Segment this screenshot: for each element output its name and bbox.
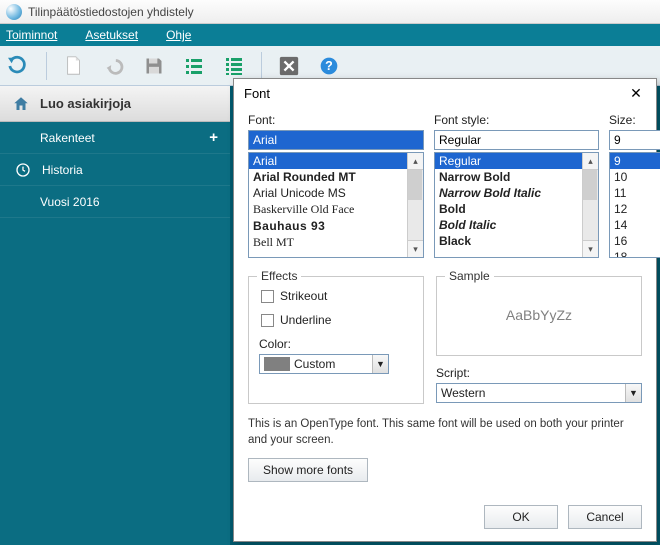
- menu-ohje[interactable]: Ohje: [166, 28, 191, 42]
- list2-icon[interactable]: [221, 53, 247, 79]
- sample-legend: Sample: [445, 269, 494, 283]
- style-option[interactable]: Black: [435, 233, 598, 249]
- font-style-listbox[interactable]: Regular Narrow Bold Narrow Bold Italic B…: [434, 152, 599, 258]
- strikeout-label: Strikeout: [280, 289, 327, 303]
- size-input[interactable]: [609, 130, 660, 150]
- font-dialog: Font ✕ Font: Arial Arial Rounded MT Aria…: [233, 78, 657, 542]
- toolbar-separator: [46, 52, 47, 80]
- size-option[interactable]: 11: [610, 185, 660, 201]
- strikeout-checkbox[interactable]: Strikeout: [261, 289, 413, 303]
- refresh-icon[interactable]: [6, 53, 32, 79]
- size-option[interactable]: 18: [610, 249, 660, 258]
- checkbox-icon: [261, 290, 274, 303]
- dialog-titlebar: Font ✕: [234, 79, 656, 107]
- dialog-title: Font: [244, 86, 270, 101]
- font-style-input[interactable]: [434, 130, 599, 150]
- show-more-fonts-button[interactable]: Show more fonts: [248, 458, 368, 482]
- size-option[interactable]: 16: [610, 233, 660, 249]
- font-label: Font:: [248, 113, 424, 127]
- undo-icon[interactable]: [101, 53, 127, 79]
- effects-legend: Effects: [257, 269, 301, 283]
- scrollbar-thumb[interactable]: [408, 170, 422, 200]
- size-option[interactable]: 12: [610, 201, 660, 217]
- font-info-text: This is an OpenType font. This same font…: [248, 416, 642, 448]
- sidebar: Luo asiakirjoja Rakenteet + Historia Vuo…: [0, 86, 230, 545]
- size-label: Size:: [609, 113, 660, 127]
- script-combobox[interactable]: Western ▼: [436, 383, 642, 403]
- underline-label: Underline: [280, 313, 331, 327]
- help-icon[interactable]: ?: [316, 53, 342, 79]
- font-input[interactable]: [248, 130, 424, 150]
- menu-asetukset[interactable]: Asetukset: [85, 28, 138, 42]
- plus-icon[interactable]: +: [209, 129, 218, 146]
- new-doc-icon[interactable]: [61, 53, 87, 79]
- dialog-close-button[interactable]: ✕: [626, 83, 646, 103]
- sample-group: Sample AaBbYyZz: [436, 276, 642, 356]
- cancel-button[interactable]: Cancel: [568, 505, 642, 529]
- sidebar-item-luo-asiakirjoja[interactable]: Luo asiakirjoja: [0, 86, 230, 122]
- font-option[interactable]: Bauhaus 93: [249, 218, 423, 234]
- style-option[interactable]: Narrow Bold Italic: [435, 185, 598, 201]
- list1-icon[interactable]: [181, 53, 207, 79]
- sidebar-label: Historia: [42, 163, 83, 177]
- clock-icon: [14, 161, 32, 179]
- chevron-down-icon: ▼: [372, 355, 388, 373]
- style-option[interactable]: Bold: [435, 201, 598, 217]
- menu-bar: Toiminnot Asetukset Ohje: [0, 24, 660, 46]
- font-option[interactable]: Arial Unicode MS: [249, 185, 423, 201]
- home-icon: [12, 95, 30, 113]
- menu-toiminnot[interactable]: Toiminnot: [6, 28, 57, 42]
- size-option[interactable]: 9: [610, 153, 660, 169]
- close-icon[interactable]: [276, 53, 302, 79]
- font-listbox[interactable]: Arial Arial Rounded MT Arial Unicode MS …: [248, 152, 424, 258]
- chevron-down-icon: ▼: [625, 384, 641, 402]
- sidebar-label: Luo asiakirjoja: [40, 96, 131, 111]
- underline-checkbox[interactable]: Underline: [261, 313, 413, 327]
- window-titlebar: Tilinpäätöstiedostojen yhdistely: [0, 0, 660, 24]
- font-option[interactable]: Bell MT: [249, 234, 423, 251]
- font-option[interactable]: Arial: [249, 153, 423, 169]
- font-option[interactable]: Baskerville Old Face: [249, 201, 423, 218]
- sidebar-item-rakenteet[interactable]: Rakenteet +: [0, 122, 230, 154]
- scrollbar[interactable]: [582, 153, 598, 257]
- dialog-body: Font: Arial Arial Rounded MT Arial Unico…: [234, 107, 656, 492]
- size-option[interactable]: 10: [610, 169, 660, 185]
- script-value: Western: [437, 386, 489, 400]
- size-option[interactable]: 14: [610, 217, 660, 233]
- checkbox-icon: [261, 314, 274, 327]
- style-option[interactable]: Narrow Bold: [435, 169, 598, 185]
- color-label: Color:: [259, 337, 413, 351]
- effects-group: Effects Strikeout Underline Color: Custo…: [248, 276, 424, 404]
- app-logo-icon: [6, 4, 22, 20]
- font-option[interactable]: Arial Rounded MT: [249, 169, 423, 185]
- style-option[interactable]: Regular: [435, 153, 598, 169]
- color-value: Custom: [294, 357, 335, 371]
- sample-text: AaBbYyZz: [447, 285, 631, 345]
- color-swatch: [264, 357, 290, 371]
- size-listbox[interactable]: 9 10 11 12 14 16 18: [609, 152, 660, 258]
- scrollbar[interactable]: [407, 153, 423, 257]
- sidebar-item-vuosi-2016[interactable]: Vuosi 2016: [0, 186, 230, 218]
- scrollbar-thumb[interactable]: [583, 170, 597, 200]
- color-combobox[interactable]: Custom ▼: [259, 354, 389, 374]
- sidebar-item-historia[interactable]: Historia: [0, 154, 230, 186]
- toolbar-separator: [261, 52, 262, 80]
- style-option[interactable]: Bold Italic: [435, 217, 598, 233]
- svg-text:?: ?: [325, 59, 333, 73]
- sidebar-label: Rakenteet: [40, 131, 95, 145]
- window-title: Tilinpäätöstiedostojen yhdistely: [28, 5, 194, 19]
- save-icon[interactable]: [141, 53, 167, 79]
- ok-button[interactable]: OK: [484, 505, 558, 529]
- sidebar-label: Vuosi 2016: [40, 195, 100, 209]
- script-label: Script:: [436, 366, 642, 380]
- font-style-label: Font style:: [434, 113, 599, 127]
